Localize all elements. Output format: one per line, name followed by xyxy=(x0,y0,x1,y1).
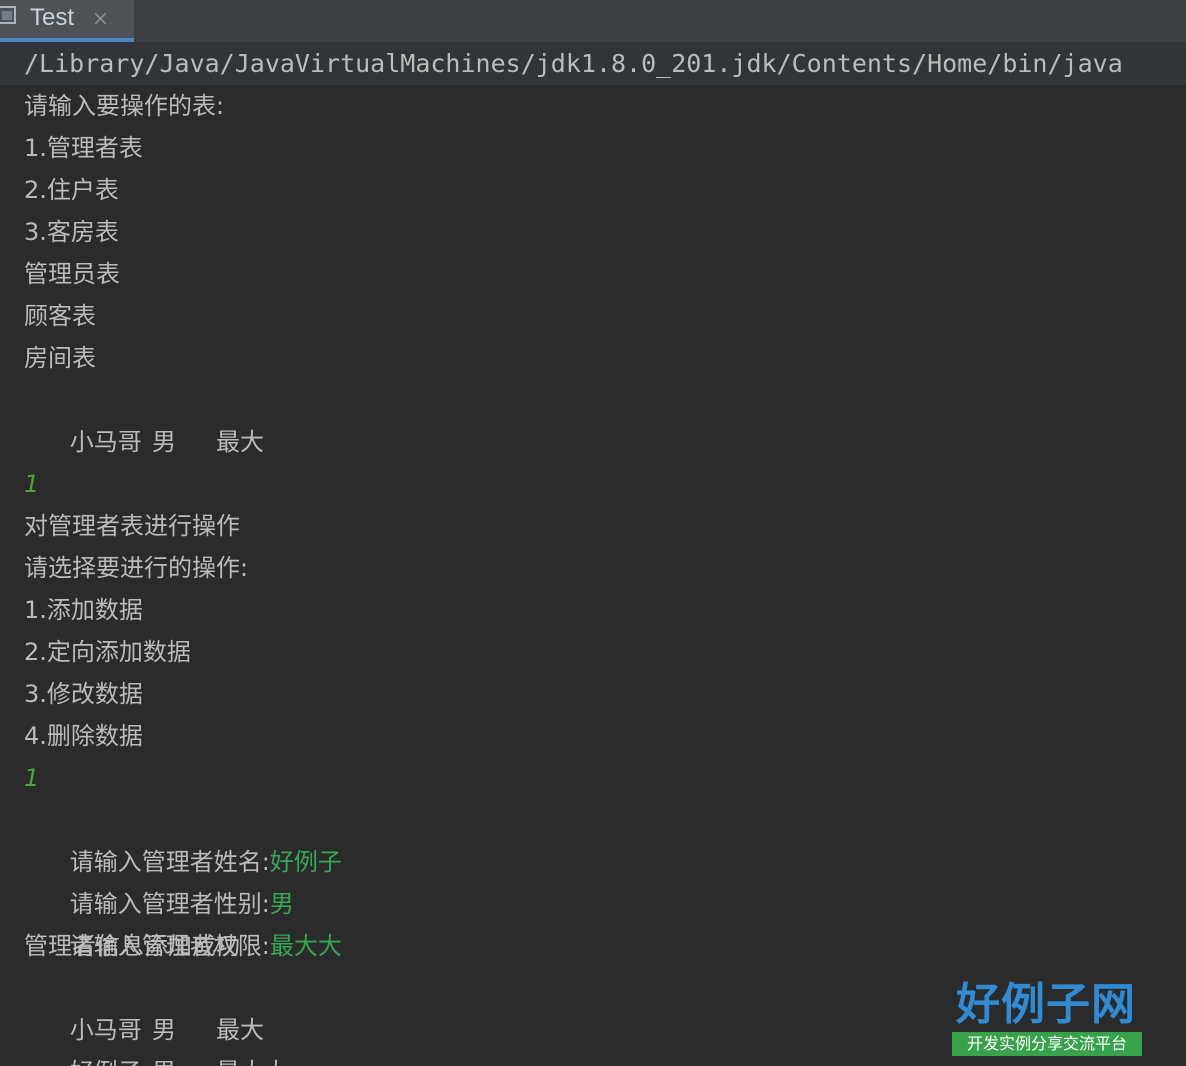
console-line: 3.客房表 xyxy=(24,218,119,246)
row-gender: 男 xyxy=(152,428,176,456)
row-permission: 最大 xyxy=(216,428,264,456)
row-name: 好例子 xyxy=(70,1058,142,1066)
active-tab-indicator xyxy=(0,38,134,42)
console-line: 管理员表 xyxy=(24,260,120,288)
table-row: 小马哥男最大 xyxy=(24,967,424,1044)
haolizi-logo: 好例子网 开发实例分享交流平台 xyxy=(948,980,1144,1056)
console-line: 对管理者表进行操作 xyxy=(24,512,240,540)
console-line: 房间表 xyxy=(24,344,96,372)
row-gender: 男 xyxy=(152,1051,176,1066)
command-line: /Library/Java/JavaVirtualMachines/jdk1.8… xyxy=(24,49,1123,78)
close-icon[interactable]: × xyxy=(92,0,109,36)
prompt-line: 请输入管理者性别:男 xyxy=(24,841,294,918)
table-row: 小马哥男 最大 xyxy=(24,379,424,456)
row-permission: 最大大 xyxy=(216,1051,288,1066)
console-output[interactable]: /Library/Java/JavaVirtualMachines/jdk1.8… xyxy=(0,43,1186,1066)
console-line: 2.住户表 xyxy=(24,176,119,204)
user-input: 1 xyxy=(24,470,40,498)
console-line: 2.定向添加数据 xyxy=(24,638,191,666)
table-row: 好例子 男 最大大 xyxy=(24,1009,424,1066)
row-name: 小马哥 xyxy=(69,428,142,456)
console-line: 4.删除数据 xyxy=(24,722,143,750)
console-line: 1.管理者表 xyxy=(24,134,143,162)
logo-title: 好例子网 xyxy=(956,979,1136,1030)
console-line: 请选择要进行的操作: xyxy=(24,554,249,582)
run-tab-bar: Test × xyxy=(0,0,1186,43)
logo-subtitle: 开发实例分享交流平台 xyxy=(952,1032,1142,1056)
console-line: 1.添加数据 xyxy=(24,596,143,624)
console-icon xyxy=(0,6,16,24)
console-line: 顾客表 xyxy=(24,302,96,330)
prompt-line: 请输入管理者权限:最大大 xyxy=(24,883,342,960)
ide-run-window: Test × /Library/Java/JavaVirtualMachines… xyxy=(0,0,1186,1066)
tab-title: Test xyxy=(30,4,75,31)
console-line: 请输入要操作的表: xyxy=(24,92,225,120)
prompt-line: 请输入管理者姓名:好例子 xyxy=(24,799,342,876)
success-message: 管理者信息添加成功 xyxy=(24,932,240,960)
user-input: 1 xyxy=(24,764,40,792)
prompt-input: 最大大 xyxy=(269,932,342,960)
console-line: 3.修改数据 xyxy=(24,680,143,708)
tab-test[interactable]: Test × xyxy=(0,0,134,42)
